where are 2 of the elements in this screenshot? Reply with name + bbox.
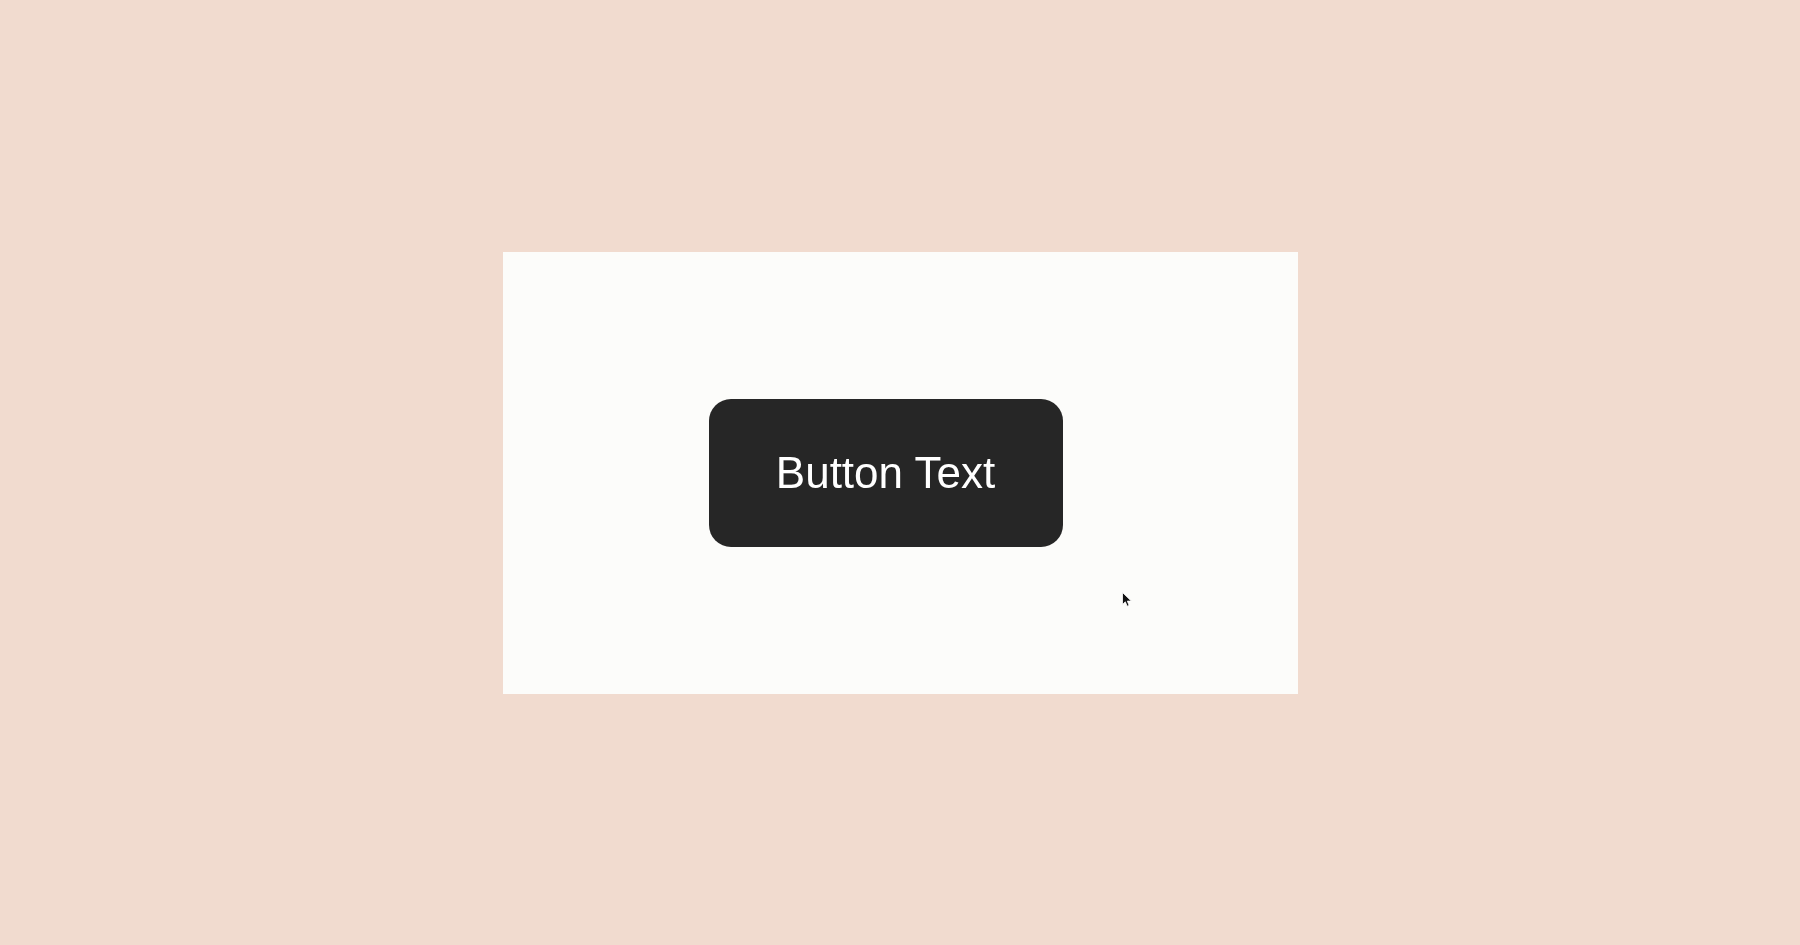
cursor-icon (1121, 591, 1132, 607)
primary-button[interactable]: Button Text (708, 398, 1063, 547)
